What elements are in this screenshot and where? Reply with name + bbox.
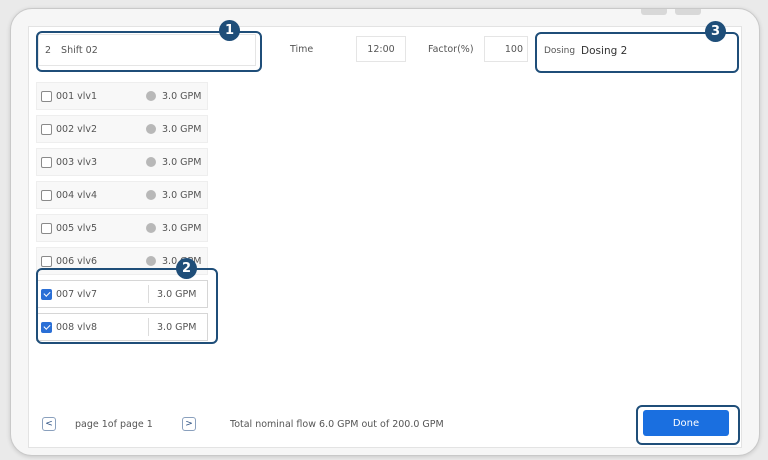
valve-label: 004 vlv4 (56, 189, 98, 201)
checkbox[interactable] (41, 90, 52, 102)
checkbox[interactable] (41, 255, 52, 267)
valve-row[interactable]: 004 vlv4 3.0 GPM (36, 181, 208, 209)
valve-label: 005 vlv5 (56, 222, 98, 234)
factor-value: 100 (504, 43, 523, 55)
next-page-button[interactable]: > (182, 417, 196, 431)
valve-flow: 3.0 GPM (162, 222, 202, 234)
status-dot-icon (146, 124, 156, 134)
valve-label: 006 vlv6 (56, 255, 98, 267)
valve-row[interactable]: 002 vlv2 3.0 GPM (36, 115, 208, 143)
callout-badge-3: 3 (705, 21, 726, 42)
valve-row[interactable]: 001 vlv1 3.0 GPM (36, 82, 208, 110)
page-indicator: page 1of page 1 (75, 419, 153, 430)
valve-label: 002 vlv2 (56, 123, 98, 135)
time-value: 12:00 (367, 43, 395, 55)
valve-label: 001 vlv1 (56, 90, 98, 102)
callout-badge-1: 1 (219, 20, 240, 41)
status-dot-icon (146, 91, 156, 101)
factor-input[interactable]: 100 (484, 36, 528, 62)
valve-flow: 3.0 GPM (162, 156, 202, 168)
valve-row[interactable]: 003 vlv3 3.0 GPM (36, 148, 208, 176)
valve-label: 003 vlv3 (56, 156, 98, 168)
status-dot-icon (146, 223, 156, 233)
time-input[interactable]: 12:00 (356, 36, 406, 62)
prev-page-button[interactable]: < (42, 417, 56, 431)
chevron-left-icon: < (45, 419, 53, 429)
checkbox[interactable] (41, 123, 52, 135)
checkbox[interactable] (41, 222, 52, 234)
status-dot-icon (146, 157, 156, 167)
chevron-right-icon: > (185, 419, 193, 429)
status-dot-icon (146, 256, 156, 266)
time-label: Time (290, 44, 314, 55)
valve-flow: 3.0 GPM (162, 189, 202, 201)
status-dot-icon (146, 190, 156, 200)
total-flow-text: Total nominal flow 6.0 GPM out of 200.0 … (230, 419, 444, 430)
checkbox[interactable] (41, 156, 52, 168)
checkbox[interactable] (41, 189, 52, 201)
valve-flow: 3.0 GPM (162, 90, 202, 102)
callout-badge-2: 2 (176, 258, 197, 279)
valve-flow: 3.0 GPM (162, 123, 202, 135)
factor-label: Factor(%) (428, 44, 474, 55)
valve-row[interactable]: 005 vlv5 3.0 GPM (36, 214, 208, 242)
callout-highlight-2 (36, 268, 218, 344)
hardware-button (641, 9, 667, 15)
hardware-button (675, 9, 701, 15)
callout-highlight-done (636, 405, 740, 445)
